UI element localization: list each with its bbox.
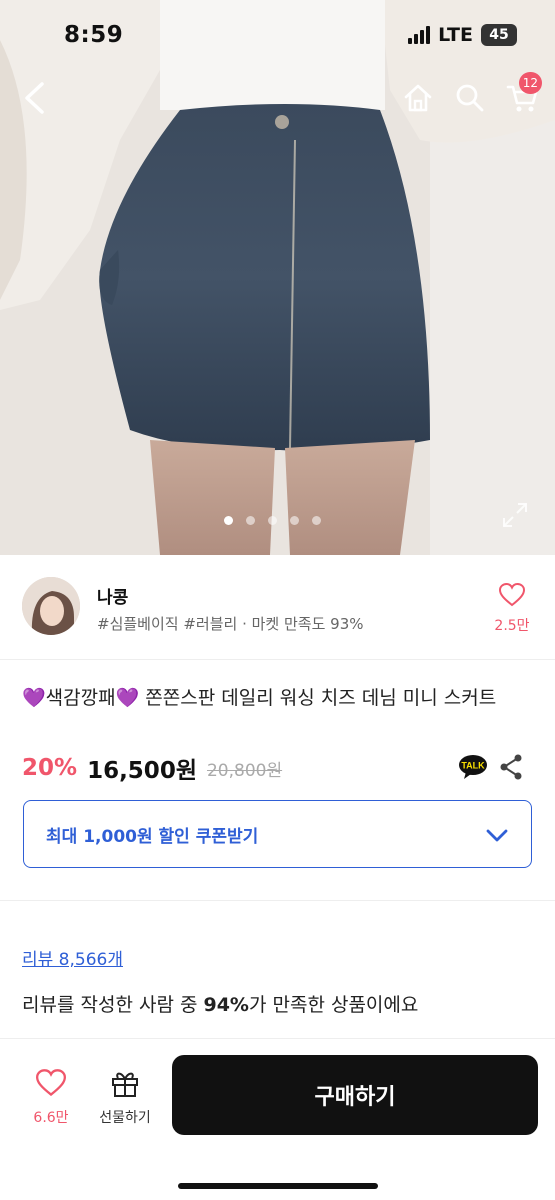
chevron-left-icon: [25, 82, 44, 114]
coupon-button[interactable]: 최대 1,000원 할인 쿠폰받기: [23, 800, 532, 868]
purple-heart-emoji: 💜: [115, 687, 140, 709]
gift-button[interactable]: 선물하기: [90, 1069, 160, 1127]
carousel-dot[interactable]: [312, 516, 321, 525]
bottom-action-bar: 6.6만 선물하기 구매하기: [0, 1038, 555, 1200]
review-summary-prefix: 리뷰를 작성한 사람 중: [22, 994, 204, 1016]
price-row: 20% 16,500원 20,800원: [22, 750, 532, 786]
heart-icon: [498, 582, 526, 607]
talk-label: TALK: [461, 761, 485, 771]
share-button[interactable]: [498, 753, 524, 781]
carousel-dot[interactable]: [268, 516, 277, 525]
search-button[interactable]: [450, 78, 490, 118]
status-bar: 8:59 LTE 45: [0, 0, 555, 70]
home-icon: [404, 84, 432, 112]
seller-avatar[interactable]: [22, 577, 80, 635]
carousel-dot[interactable]: [246, 516, 255, 525]
seller-name[interactable]: 나콩: [97, 583, 128, 608]
cart-button[interactable]: 12: [500, 72, 544, 118]
signal-icon: [408, 26, 431, 44]
review-summary-suffix: 가 만족한 상품이에요: [248, 994, 419, 1016]
coupon-label: 최대 1,000원 할인 쿠폰받기: [46, 826, 259, 847]
chevron-down-icon: [486, 829, 508, 842]
purple-heart-emoji: 💜: [22, 687, 46, 709]
seller-favorite-count: 2.5만: [494, 618, 530, 634]
status-indicators: LTE 45: [408, 24, 517, 46]
avatar-image: [22, 577, 80, 635]
home-button[interactable]: [398, 78, 438, 118]
title-rest: 쫀쫀스판 데일리 워싱 치즈 데님 미니 스커트: [139, 687, 497, 709]
seller-tags: #심플베이직 #러블리 · 마켓 만족도 93%: [97, 615, 364, 633]
expand-button[interactable]: [500, 500, 530, 530]
kakaotalk-icon: TALK: [459, 755, 487, 779]
like-button[interactable]: 6.6만: [16, 1069, 86, 1127]
battery-icon: 45: [481, 24, 517, 46]
review-satisfaction-percent: 94%: [203, 994, 249, 1016]
network-type: LTE: [438, 24, 473, 46]
carousel-dot[interactable]: [224, 516, 233, 525]
search-icon: [456, 84, 484, 112]
gift-icon: [112, 1072, 138, 1097]
section-divider: [0, 900, 555, 901]
back-button[interactable]: [14, 78, 54, 118]
heart-icon: [35, 1069, 67, 1097]
expand-icon: [503, 503, 527, 527]
buy-button[interactable]: 구매하기: [172, 1055, 538, 1135]
kakaotalk-button[interactable]: TALK: [458, 754, 488, 780]
product-title: 💜색감깡패💜 쫀쫀스판 데일리 워싱 치즈 데님 미니 스커트: [22, 684, 537, 712]
title-lead: 색감깡패: [45, 687, 116, 709]
review-count-link[interactable]: 리뷰 8,566개: [22, 945, 123, 970]
cart-count-badge: 12: [518, 72, 542, 94]
carousel-indicator: [224, 516, 321, 525]
review-summary: 리뷰를 작성한 사람 중 94%가 만족한 상품이에요: [22, 990, 418, 1017]
product-image[interactable]: 8:59 LTE 45 12: [0, 0, 555, 555]
share-icon: [500, 754, 522, 780]
seller-section[interactable]: 나콩 #심플베이직 #러블리 · 마켓 만족도 93% 2.5만: [0, 555, 555, 660]
status-time: 8:59: [64, 22, 124, 48]
discount-rate: 20%: [22, 755, 78, 781]
like-count: 6.6만: [33, 1110, 69, 1126]
sale-price: 16,500원: [87, 758, 197, 784]
gift-label: 선물하기: [99, 1110, 151, 1126]
seller-favorite-button[interactable]: 2.5만: [486, 582, 538, 635]
carousel-dot[interactable]: [290, 516, 299, 525]
home-indicator: [178, 1183, 378, 1189]
original-price: 20,800원: [206, 760, 283, 781]
